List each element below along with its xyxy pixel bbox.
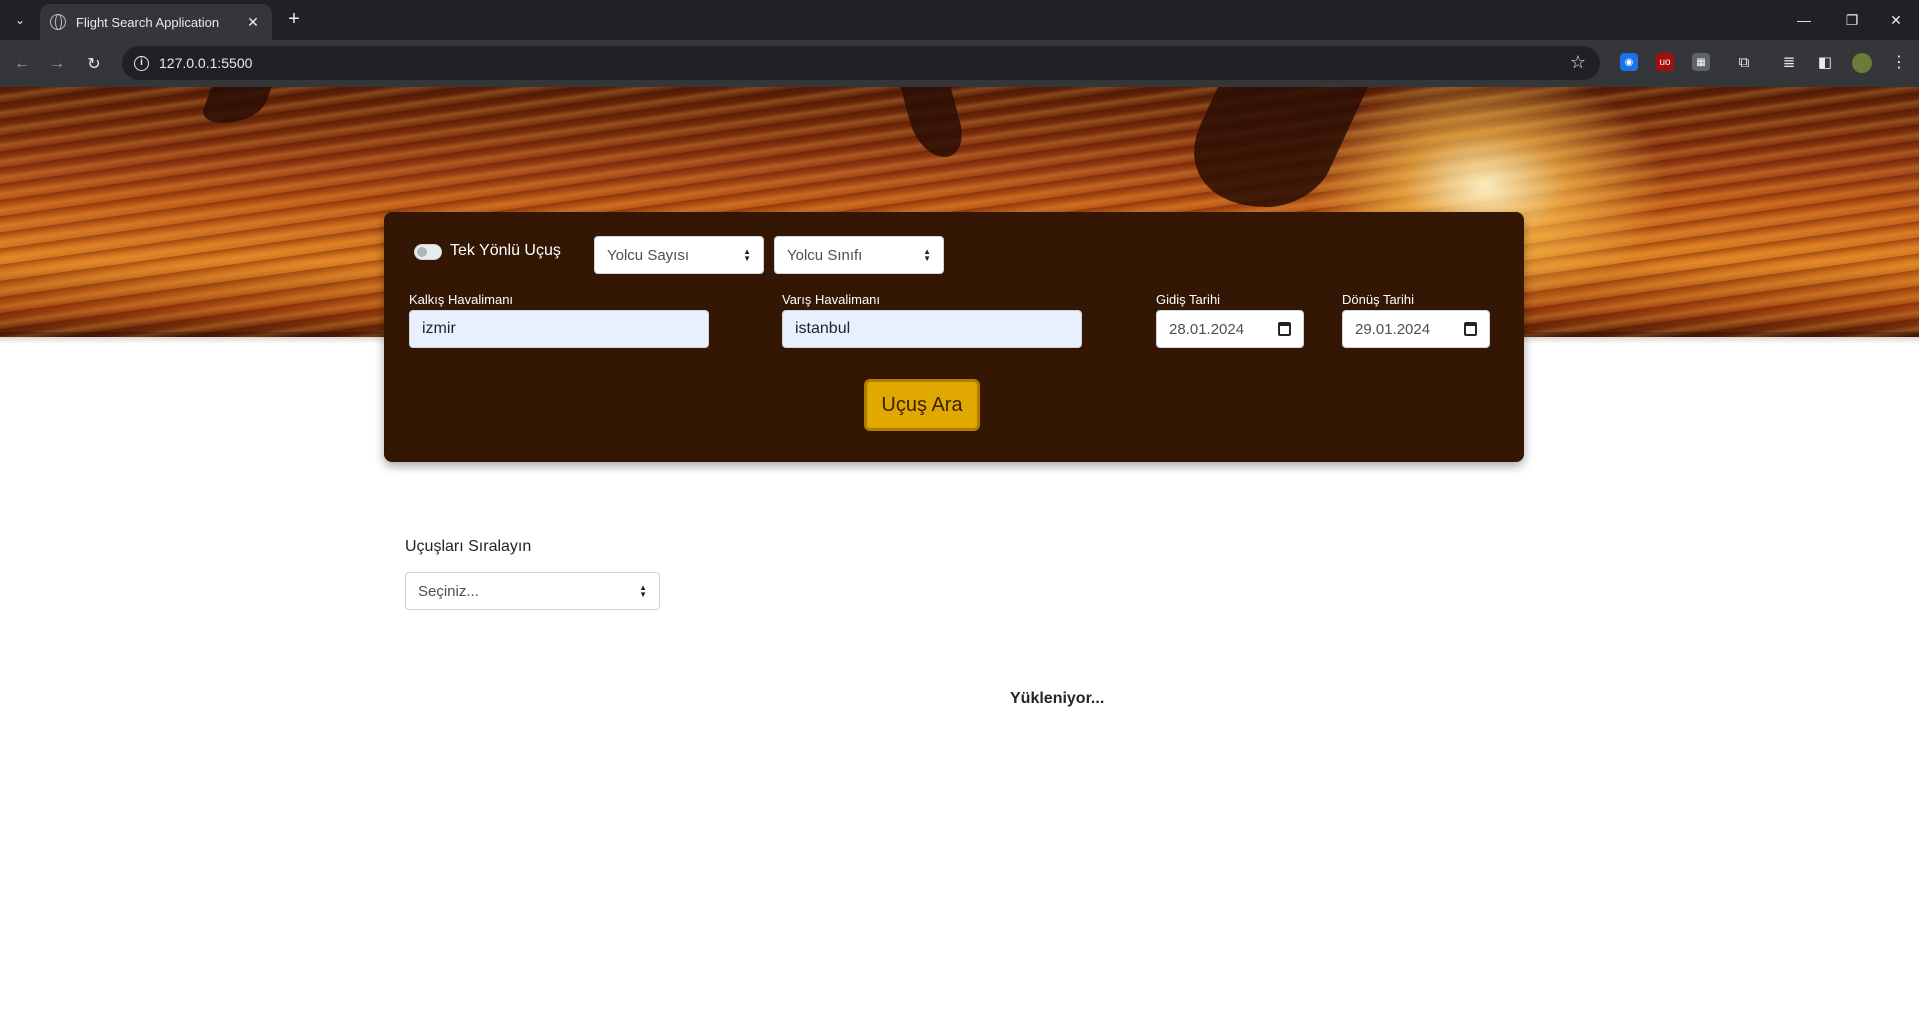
palm-frond-center — [900, 87, 970, 157]
menu-kebab-icon[interactable]: ⋮ — [1890, 53, 1908, 71]
departure-airport-value: izmir — [422, 320, 456, 337]
tab-title: Flight Search Application — [76, 14, 220, 30]
departure-date-label: Gidiş Tarihi — [1156, 292, 1221, 307]
extensions-puzzle-icon[interactable]: ⧉ — [1735, 53, 1753, 71]
departure-date-input[interactable]: 28.01.2024 — [1156, 310, 1304, 348]
sort-select-text: Seçiniz... — [418, 582, 479, 600]
search-flights-button[interactable]: Uçuş Ara — [864, 379, 980, 431]
return-date-input[interactable]: 29.01.2024 — [1342, 310, 1490, 348]
arrival-airport-value: istanbul — [795, 320, 851, 337]
side-panel-icon[interactable]: ◧ — [1816, 53, 1834, 71]
globe-icon — [50, 14, 66, 30]
loading-text: Yükleniyor... — [1010, 690, 1105, 707]
ext-blue-icon[interactable]: ◉ — [1620, 53, 1638, 71]
return-date-label: Dönüş Tarihi — [1342, 292, 1415, 307]
reload-icon[interactable]: ↻ — [80, 50, 108, 78]
passenger-class-select-text: Yolcu Sınıfı — [787, 246, 863, 264]
arrival-airport-input[interactable]: istanbul — [782, 310, 1082, 348]
return-date-value: 29.01.2024 — [1355, 320, 1431, 338]
tab-close-icon[interactable]: ✕ — [244, 14, 262, 31]
minimize-icon[interactable]: — — [1782, 0, 1826, 40]
arrival-airport-label: Varış Havalimanı — [782, 292, 881, 307]
calendar-icon[interactable] — [1278, 322, 1291, 336]
profile-avatar[interactable] — [1852, 53, 1872, 73]
select-arrows-icon: ▲ ▼ — [923, 247, 931, 263]
new-tab-plus-icon[interactable]: + — [282, 8, 306, 32]
media-control-icon[interactable]: ≣ — [1780, 53, 1798, 71]
passenger-count-select[interactable]: Yolcu Sayısı ▲ ▼ — [594, 236, 764, 274]
departure-date-value: 28.01.2024 — [1169, 320, 1245, 338]
palm-frond-left — [198, 87, 272, 123]
departure-airport-label: Kalkış Havalimanı — [409, 292, 514, 307]
back-arrow-icon[interactable]: ← — [8, 50, 36, 78]
one-way-toggle[interactable] — [414, 244, 442, 260]
passenger-class-select[interactable]: Yolcu Sınıfı ▲ ▼ — [774, 236, 944, 274]
restore-icon[interactable]: ❐ — [1830, 0, 1874, 40]
site-info-icon[interactable]: i — [134, 55, 149, 71]
tab-search-chevron-icon[interactable]: ⌄ — [6, 8, 34, 32]
browser-tab[interactable]: Flight Search Application ✕ — [40, 4, 272, 40]
window-close-icon[interactable]: ✕ — [1874, 0, 1918, 40]
toggle-knob — [417, 247, 427, 257]
select-arrows-icon: ▲ ▼ — [639, 583, 647, 599]
palm-frond-right — [1162, 87, 1368, 207]
ext-ublock-icon[interactable]: uo — [1656, 53, 1674, 71]
forward-arrow-icon[interactable]: → — [43, 50, 71, 78]
ext-grid-icon[interactable]: ▦ — [1692, 53, 1710, 71]
flight-search-panel: Tek Yönlü Uçuş Yolcu Sayısı ▲ ▼ Yolcu Sın… — [384, 212, 1524, 462]
url-text[interactable]: 127.0.0.1:5500 — [159, 55, 252, 71]
calendar-icon[interactable] — [1464, 322, 1477, 336]
sort-flights-select[interactable]: Seçiniz... ▲ ▼ — [405, 572, 660, 610]
select-arrows-icon: ▲ ▼ — [743, 247, 751, 263]
bookmark-star-icon[interactable]: ☆ — [1570, 52, 1586, 73]
passenger-count-select-text: Yolcu Sayısı — [607, 246, 689, 264]
address-bar[interactable]: i 127.0.0.1:5500 ☆ — [122, 46, 1600, 80]
sort-flights-label: Uçuşları Sıralayın — [405, 538, 532, 555]
tab-strip: ⌄ Flight Search Application ✕ + — ❐ ✕ — [0, 0, 1919, 40]
one-way-label: Tek Yönlü Uçuş — [450, 242, 561, 259]
departure-airport-input[interactable]: izmir — [409, 310, 709, 348]
